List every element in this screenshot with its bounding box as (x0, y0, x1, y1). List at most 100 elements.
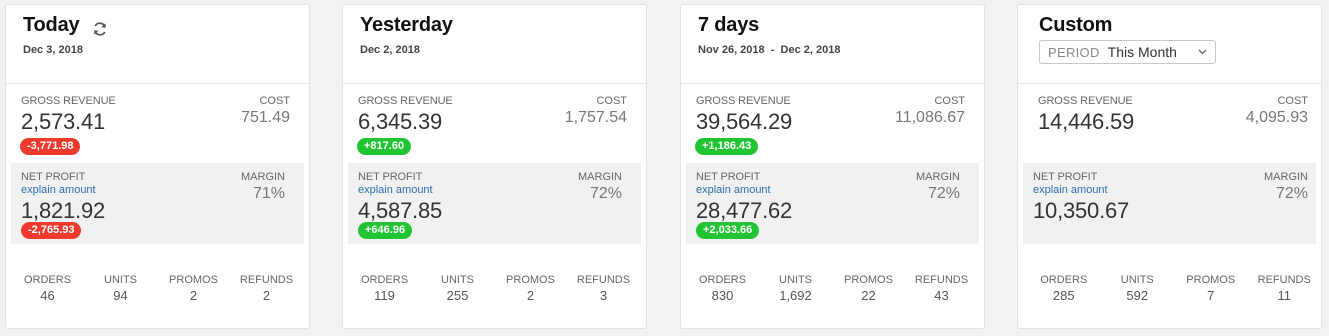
stat-label: REFUNDS (239, 274, 294, 286)
stat-label: ORDERS (23, 274, 72, 286)
card-title: Yesterday (360, 14, 453, 36)
cost-label: COST (596, 95, 627, 107)
margin-block: MARGIN 72% (916, 171, 960, 203)
stats-row: ORDERS 830 UNITS 1,692 PROMOS 22 REFUNDS… (681, 274, 984, 303)
chevron-down-icon (1198, 49, 1207, 55)
stat-value: 592 (1126, 288, 1149, 303)
card-header: Custom PERIOD This Month (1018, 5, 1321, 84)
card-title: Today (23, 14, 80, 36)
stat-value: 94 (113, 288, 128, 303)
margin-block: MARGIN 71% (241, 171, 285, 203)
margin-value: 72% (927, 185, 960, 202)
profit-change-badge: +646.96 (358, 222, 413, 239)
stat-promos: PROMOS 2 (494, 274, 567, 303)
stat-label: UNITS (441, 274, 474, 286)
stat-label: UNITS (779, 274, 812, 286)
cost-value: 4,095.93 (1245, 109, 1308, 126)
profit-change-badge: +2,033.66 (696, 222, 760, 239)
stat-orders: ORDERS 285 (1027, 274, 1101, 303)
stat-value: 2 (526, 288, 535, 303)
stat-refunds: REFUNDS 11 (1248, 274, 1322, 303)
stat-value: 22 (861, 288, 876, 303)
period-label: PERIOD (1048, 44, 1100, 60)
card-date: Dec 2, 2018 (360, 44, 420, 56)
period-select[interactable]: PERIOD This Month (1039, 40, 1216, 64)
card-date-range: Nov 26, 2018 - Dec 2, 2018 (698, 44, 841, 56)
stat-units: UNITS 1,692 (759, 274, 832, 303)
margin-label: MARGIN (916, 171, 960, 183)
card-header: Today Dec 3, 2018 (6, 5, 309, 84)
stat-refunds: REFUNDS 3 (567, 274, 640, 303)
stat-value: 43 (934, 288, 949, 303)
stat-orders: ORDERS 830 (686, 274, 759, 303)
stat-units: UNITS 255 (421, 274, 494, 303)
margin-label: MARGIN (241, 171, 285, 183)
revenue-change-badge: +1,186.43 (695, 138, 759, 155)
margin-value: 72% (589, 185, 622, 202)
stat-value: 255 (446, 288, 469, 303)
stats-row: ORDERS 119 UNITS 255 PROMOS 2 REFUNDS 3 (343, 274, 646, 303)
stat-value: 830 (711, 288, 734, 303)
revenue-section: GROSS REVENUE 39,564.29 COST 11,086.67 +… (681, 84, 984, 163)
stat-label: ORDERS (698, 274, 747, 286)
revenue-section: GROSS REVENUE 14,446.59 COST 4,095.93 (1018, 84, 1321, 163)
stat-units: UNITS 94 (84, 274, 157, 303)
cost-block: COST 11,086.67 (895, 95, 965, 127)
cost-value: 751.49 (241, 109, 290, 126)
card-yesterday: Yesterday Dec 2, 2018 GROSS REVENUE 6,34… (342, 4, 647, 329)
stat-value: 2 (189, 288, 198, 303)
stat-label: REFUNDS (1257, 274, 1311, 286)
profit-section: NET PROFIT explain amount 1,821.92 MARGI… (11, 163, 304, 244)
stat-value: 119 (374, 288, 395, 303)
card-header: 7 days Nov 26, 2018 - Dec 2, 2018 (681, 5, 984, 84)
stat-promos: PROMOS 22 (832, 274, 905, 303)
margin-value: 72% (1275, 185, 1308, 202)
margin-value: 71% (252, 185, 285, 202)
cost-block: COST 1,757.54 (565, 95, 627, 127)
stat-value: 3 (599, 288, 608, 303)
stat-label: PROMOS (1186, 274, 1236, 286)
stat-label: ORDERS (1040, 274, 1088, 286)
profit-section: NET PROFIT explain amount 10,350.67 MARG… (1023, 163, 1316, 244)
stat-label: PROMOS (169, 274, 218, 286)
card-title: 7 days (698, 14, 760, 36)
margin-block: MARGIN 72% (1264, 171, 1308, 203)
stats-row: ORDERS 46 UNITS 94 PROMOS 2 REFUNDS 2 (6, 274, 309, 303)
margin-block: MARGIN 72% (578, 171, 622, 203)
profit-change-badge: -2,765.93 (21, 222, 82, 239)
cost-label: COST (259, 95, 290, 107)
stat-label: PROMOS (844, 274, 893, 286)
stat-units: UNITS 592 (1101, 274, 1175, 303)
card-7-days: 7 days Nov 26, 2018 - Dec 2, 2018 GROSS … (680, 4, 985, 329)
cost-label: COST (1277, 95, 1308, 107)
card-header: Yesterday Dec 2, 2018 (343, 5, 646, 84)
margin-label: MARGIN (1264, 171, 1308, 183)
revenue-section: GROSS REVENUE 6,345.39 COST 1,757.54 +81… (343, 84, 646, 163)
stat-orders: ORDERS 46 (11, 274, 84, 303)
stat-label: UNITS (1120, 274, 1154, 286)
stats-row: ORDERS 285 UNITS 592 PROMOS 7 REFUNDS 11 (1018, 274, 1321, 303)
profit-section: NET PROFIT explain amount 4,587.85 MARGI… (348, 163, 641, 244)
card-date: Dec 3, 2018 (23, 44, 83, 56)
refresh-icon[interactable] (92, 21, 108, 37)
cost-label: COST (934, 95, 965, 107)
cost-value: 11,086.67 (895, 109, 965, 126)
stat-label: REFUNDS (914, 274, 969, 286)
stat-value: 46 (40, 288, 55, 303)
card-custom: Custom PERIOD This Month GROSS REVENUE 1… (1017, 4, 1322, 329)
card-today: Today Dec 3, 2018 GROSS REVENUE 2,573.41… (5, 4, 310, 329)
stat-label: PROMOS (506, 274, 555, 286)
cost-block: COST 751.49 (241, 95, 290, 127)
cost-value: 1,757.54 (564, 109, 627, 126)
revenue-change-badge: +817.60 (357, 138, 412, 155)
revenue-section: GROSS REVENUE 2,573.41 COST 751.49 -3,77… (6, 84, 309, 163)
stat-label: REFUNDS (576, 274, 631, 286)
stat-orders: ORDERS 119 (348, 274, 421, 303)
stat-value: 1,692 (779, 288, 812, 303)
margin-label: MARGIN (578, 171, 622, 183)
stat-promos: PROMOS 2 (157, 274, 230, 303)
stat-value: 11 (1277, 288, 1292, 303)
stat-refunds: REFUNDS 43 (905, 274, 978, 303)
stat-value: 285 (1052, 288, 1075, 303)
stat-promos: PROMOS 7 (1174, 274, 1248, 303)
